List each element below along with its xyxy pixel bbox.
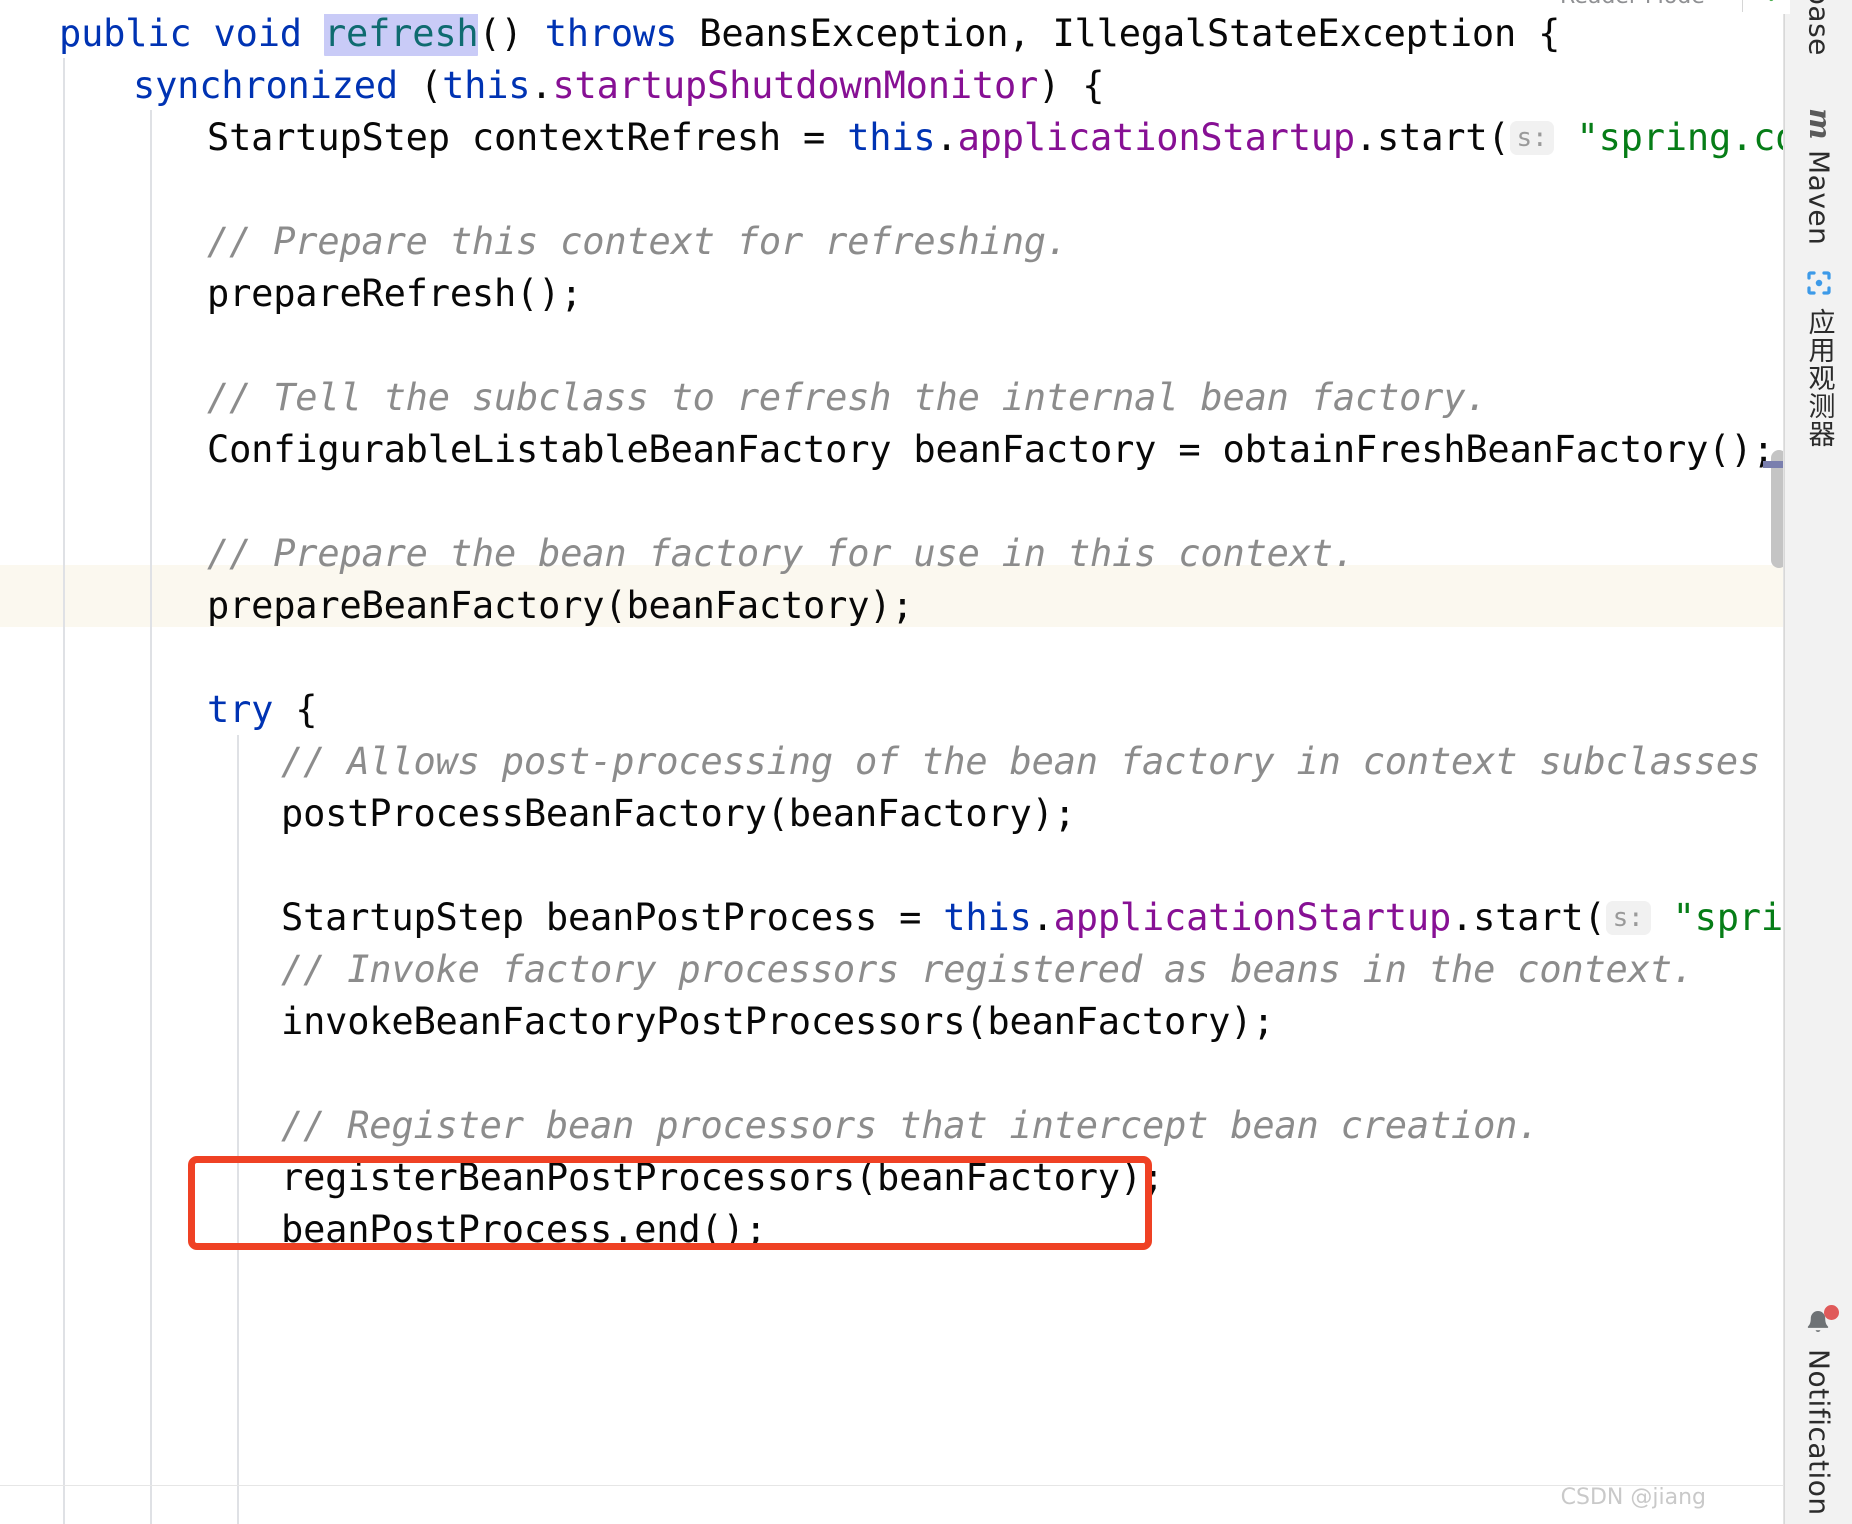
indent-guide — [150, 110, 152, 1524]
parameter-hint: s: — [1605, 901, 1651, 935]
code-token: . — [530, 64, 553, 107]
toolbar-separator — [1742, 0, 1743, 12]
parameter-hint: s: — [1509, 121, 1555, 155]
code-line[interactable]: beanPostProcess.end(); — [281, 1204, 767, 1256]
code-token: "spri — [1650, 896, 1784, 939]
code-line[interactable]: prepareBeanFactory(beanFactory); — [207, 580, 914, 632]
code-line[interactable]: registerBeanPostProcessors(beanFactory); — [281, 1152, 1164, 1204]
code-line[interactable]: // Prepare the bean factory for use in t… — [207, 528, 1355, 580]
ide-window: public void refresh() throws BeansExcept… — [0, 0, 1852, 1524]
code-token: // Tell the subclass to refresh the inte… — [207, 376, 1488, 419]
code-token: // Prepare this context for refreshing. — [207, 220, 1068, 263]
tool-window-database-label: tabase — [1802, 0, 1836, 56]
code-line[interactable]: invokeBeanFactoryPostProcessors(beanFact… — [281, 996, 1275, 1048]
code-line[interactable]: ConfigurableListableBeanFactory beanFact… — [207, 424, 1775, 476]
tool-window-notifications-label: Notification — [1802, 1349, 1836, 1516]
code-token: { — [273, 688, 318, 731]
code-token: try — [207, 688, 274, 731]
code-token: StartupStep beanPostProcess = — [281, 896, 944, 939]
tool-window-app-observer[interactable]: 应用观测器 — [1785, 268, 1852, 448]
code-line[interactable]: prepareRefresh(); — [207, 268, 582, 320]
code-token: // Allows post-processing of the bean fa… — [281, 740, 1761, 783]
code-editor[interactable]: public void refresh() throws BeansExcept… — [0, 0, 1784, 1524]
code-token: () — [478, 12, 545, 55]
editor-scrollbar-track[interactable] — [1766, 0, 1784, 1524]
code-token: beanPostProcess.end(); — [281, 1208, 767, 1251]
editor-top-toolbar: Reader Mode ✔ — [0, 0, 1790, 14]
code-token: ) { — [1038, 64, 1105, 107]
code-line[interactable]: // Tell the subclass to refresh the inte… — [207, 372, 1488, 424]
code-token: "spring.co — [1554, 116, 1784, 159]
code-token: // Invoke factory processors registered … — [281, 948, 1694, 991]
code-token: .start( — [1354, 116, 1510, 159]
bottom-divider — [0, 1485, 1784, 1486]
app-observer-icon — [1804, 268, 1834, 298]
watermark-text: CSDN @jiang — [1560, 1485, 1706, 1510]
code-token: postProcessBeanFactory(beanFactory); — [281, 792, 1076, 835]
tool-window-notifications[interactable]: Notification — [1785, 1305, 1852, 1516]
code-token: . — [935, 116, 958, 159]
code-line[interactable]: postProcessBeanFactory(beanFactory); — [281, 788, 1076, 840]
code-token: void — [213, 12, 303, 55]
code-token: .start( — [1451, 896, 1606, 939]
code-line[interactable]: StartupStep beanPostProcess = this.appli… — [281, 892, 1783, 944]
code-token: invokeBeanFactoryPostProcessors(beanFact… — [281, 1000, 1275, 1043]
code-token: this — [442, 64, 531, 107]
code-token: // Prepare the bean factory for use in t… — [207, 532, 1355, 575]
selected-identifier: refresh — [323, 11, 479, 56]
code-line[interactable]: StartupStep contextRefresh = this.applic… — [207, 112, 1784, 164]
code-line[interactable]: // Prepare this context for refreshing. — [207, 216, 1068, 268]
reader-mode-label[interactable]: Reader Mode — [1560, 0, 1705, 9]
code-token: synchronized — [133, 64, 398, 107]
code-token: throws — [544, 12, 678, 55]
code-line[interactable]: try { — [207, 684, 318, 736]
code-token: applicationStartup — [957, 116, 1356, 159]
code-token: // Register bean processors that interce… — [281, 1104, 1540, 1147]
right-tool-window-bar[interactable]: tabase m Maven 应用观测器 Notification — [1784, 0, 1852, 1524]
maven-icon: m — [1802, 108, 1837, 140]
code-token: ( — [397, 64, 443, 107]
indent-guide — [237, 735, 239, 1524]
tool-window-database[interactable]: tabase — [1785, 0, 1852, 56]
code-token: this — [847, 116, 936, 159]
inspection-ok-icon[interactable]: ✔ — [1766, 0, 1784, 7]
notification-badge-dot — [1824, 1305, 1839, 1321]
code-line[interactable]: // Invoke factory processors registered … — [281, 944, 1694, 996]
bell-icon — [1801, 1305, 1839, 1341]
code-token: . — [1031, 896, 1054, 939]
code-line[interactable]: // Allows post-processing of the bean fa… — [281, 736, 1760, 788]
code-token: applicationStartup — [1053, 896, 1452, 939]
code-token: prepareRefresh(); — [207, 272, 583, 315]
indent-guide — [63, 58, 65, 1524]
tool-window-maven-label: Maven — [1802, 149, 1836, 246]
code-token: public — [59, 12, 192, 55]
tool-window-maven[interactable]: m Maven — [1785, 108, 1852, 245]
code-token: ConfigurableListableBeanFactory beanFact… — [207, 428, 1775, 471]
code-token: prepareBeanFactory(beanFactory); — [207, 584, 914, 627]
tool-window-app-observer-label: 应用观测器 — [1803, 308, 1835, 448]
code-token: startupShutdownMonitor — [552, 64, 1039, 107]
code-token: BeansException, IllegalStateException { — [677, 12, 1561, 55]
code-token: this — [943, 896, 1032, 939]
code-line[interactable]: // Register bean processors that interce… — [281, 1100, 1540, 1152]
code-line[interactable]: synchronized (this.startupShutdownMonito… — [133, 60, 1105, 112]
code-token: StartupStep contextRefresh = — [207, 116, 848, 159]
code-line[interactable]: public void refresh() throws BeansExcept… — [59, 8, 1560, 60]
code-token: registerBeanPostProcessors(beanFactory); — [281, 1156, 1165, 1199]
